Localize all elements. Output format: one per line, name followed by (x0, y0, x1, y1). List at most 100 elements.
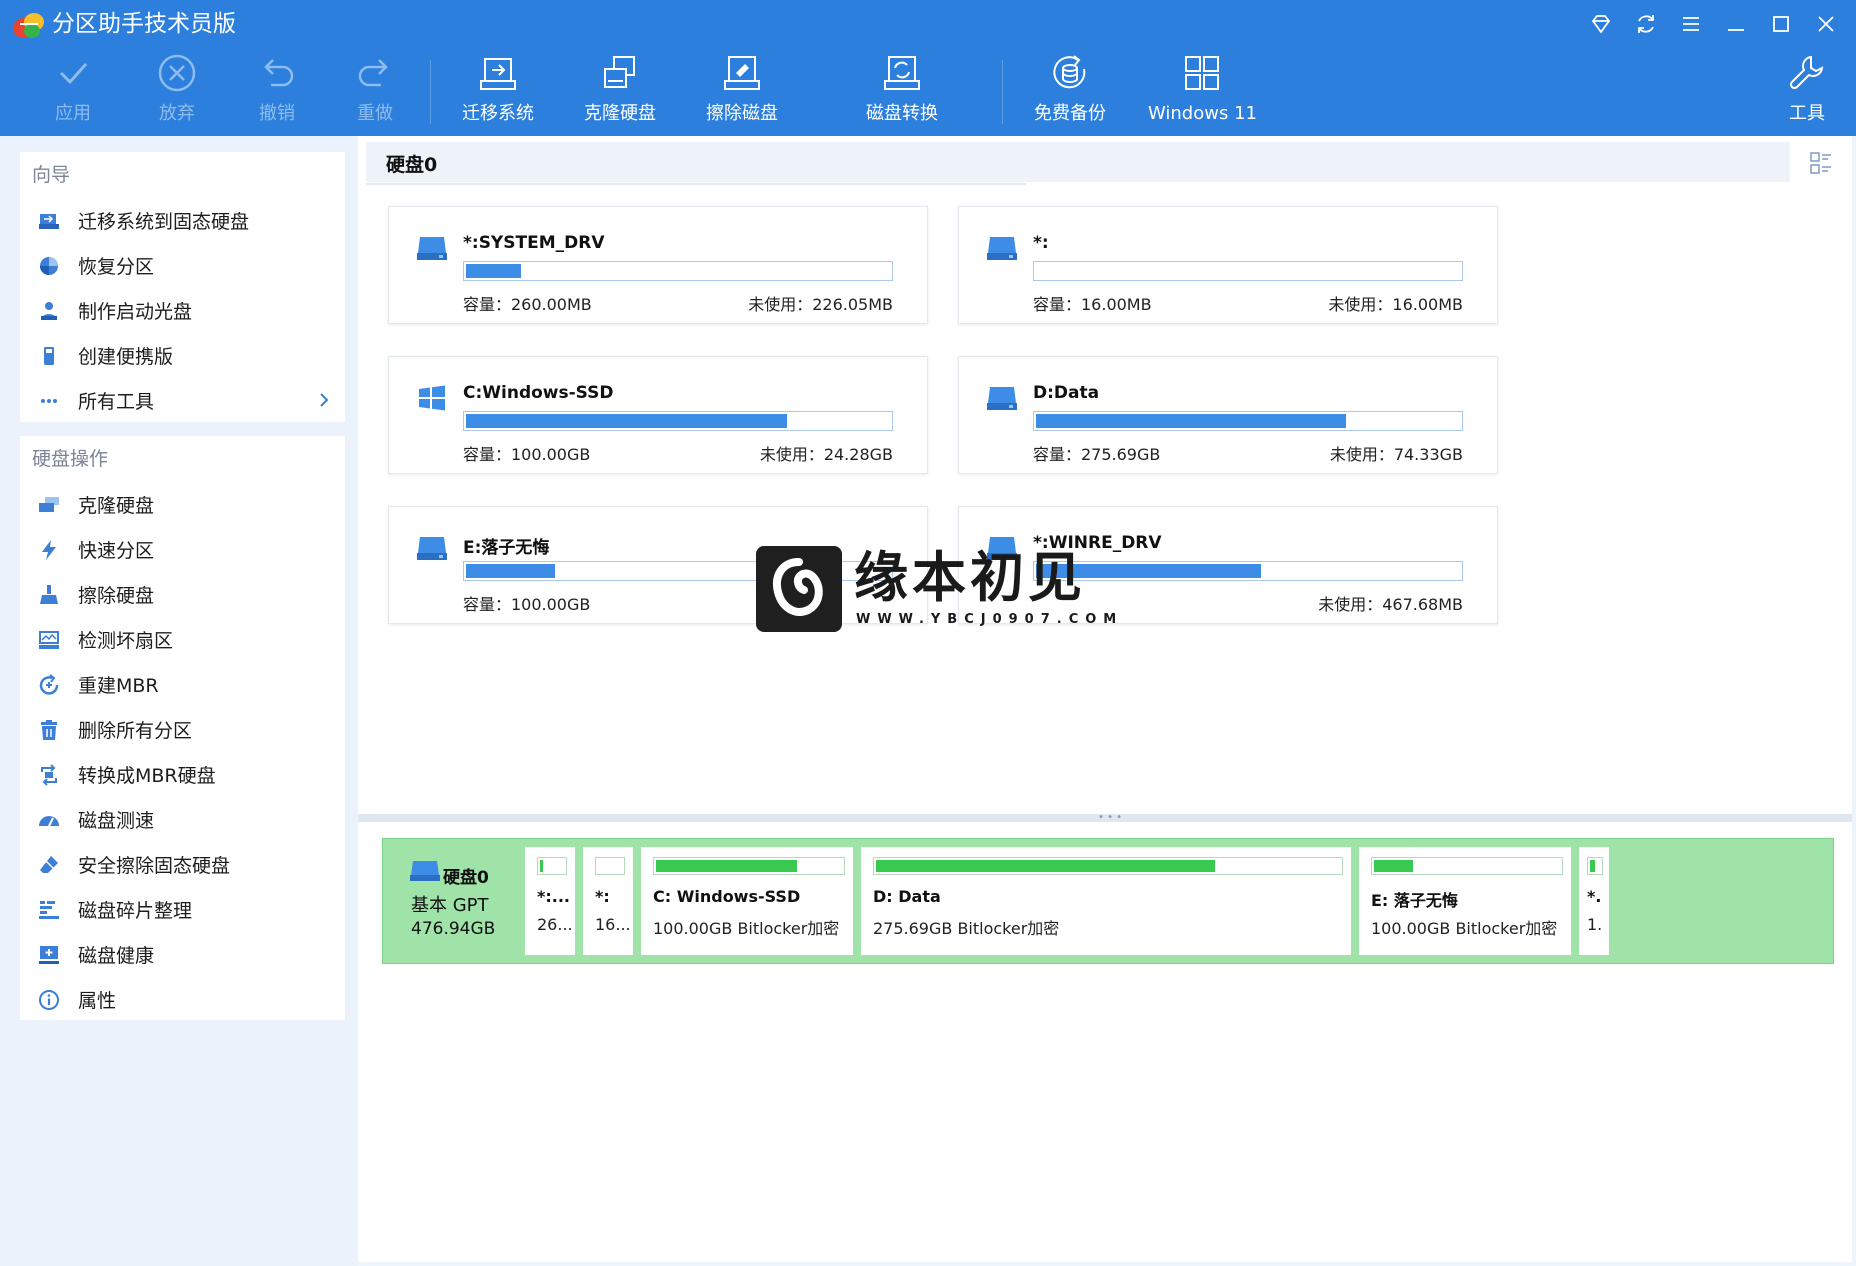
sidebar-item-quick-partition[interactable]: 快速分区 (20, 527, 345, 572)
splitter-grip-icon: • • • (1098, 812, 1123, 823)
sidebar-item-label: 创建便携版 (78, 346, 174, 368)
sidebar-item-label: 检测坏扇区 (78, 630, 174, 652)
free-backup-button[interactable]: 免费备份 (1034, 50, 1106, 134)
speedometer-icon (36, 807, 62, 833)
sidebar-item-all-tools[interactable]: 所有工具 (20, 378, 345, 423)
discard-button[interactable]: 放弃 (154, 50, 200, 134)
disk-map-name: 硬盘0 (443, 868, 489, 888)
ribbon: 分区助手技术员版 应用 放弃 撤销 重做 迁移系统 克隆硬盘 擦除磁盘 磁盘转换… (0, 0, 1856, 136)
disk-operations-panel: 硬盘操作 克隆硬盘 快速分区 擦除硬盘 检测坏扇区 重建MBR 删除所有分区 转… (20, 436, 345, 1020)
sidebar-item-label: 重建MBR (78, 675, 159, 697)
sidebar-item-properties[interactable]: 属性 (20, 977, 345, 1022)
undo-label: 撤销 (259, 103, 295, 124)
backup-icon (1047, 50, 1093, 96)
main-panel: 硬盘0 *:SYSTEM_DRV 容量：260.00MB 未使用：226.05M… (358, 136, 1852, 1262)
disk-map-usage-fill (876, 860, 1215, 872)
sidebar-item-disk-speed[interactable]: 磁盘测速 (20, 797, 345, 842)
disk-map-usage-bar (1587, 857, 1603, 875)
rebuild-mbr-icon (36, 672, 62, 698)
sidebar-item-defrag[interactable]: 磁盘碎片整理 (20, 887, 345, 932)
wizard-panel: 向导 迁移系统到固态硬盘 恢复分区 制作启动光盘 创建便携版 所有工具 (20, 152, 345, 422)
partition-card-c[interactable]: C:Windows-SSD 容量：100.00GB 未使用：24.28GB (388, 356, 928, 474)
sidebar-item-label: 恢复分区 (78, 256, 155, 278)
apply-label: 应用 (55, 103, 91, 124)
clone-disk-icon (597, 50, 643, 96)
refresh-icon[interactable] (1623, 6, 1668, 42)
sidebar-item-clone-disk[interactable]: 克隆硬盘 (20, 482, 345, 527)
sidebar-item-wipe-disk[interactable]: 擦除硬盘 (20, 572, 345, 617)
drive-icon (987, 237, 1017, 260)
lightning-icon (36, 537, 62, 563)
sidebar-item-disk-health[interactable]: 磁盘健康 (20, 932, 345, 977)
disk-map-partition-label: E: 落子无悔 (1371, 891, 1458, 910)
app-title: 分区助手技术员版 (52, 11, 236, 37)
minimize-icon[interactable] (1713, 6, 1758, 42)
convert-disk-button[interactable]: 磁盘转换 (866, 50, 938, 134)
upgrade-diamond-icon[interactable] (1578, 6, 1623, 42)
sidebar: 向导 迁移系统到固态硬盘 恢复分区 制作启动光盘 创建便携版 所有工具 硬盘操作… (0, 136, 358, 1266)
partition-card-system[interactable]: *:SYSTEM_DRV 容量：260.00MB 未使用：226.05MB (388, 206, 928, 324)
disk-map-partition-label: *:... (537, 887, 570, 906)
disk-map-partition[interactable]: D: Data 275.69GB Bitlocker加密 (861, 847, 1351, 955)
disk-map-info: 硬盘0 基本 GPT 476.94GB (393, 847, 517, 955)
disk-map-partition[interactable]: *. 1. (1579, 847, 1609, 955)
wipe-disk-label: 擦除磁盘 (706, 103, 778, 124)
toolbar-separator (1002, 60, 1003, 124)
health-icon (36, 942, 62, 968)
sidebar-item-migrate-ssd[interactable]: 迁移系统到固态硬盘 (20, 198, 345, 243)
panel-splitter-handle[interactable]: • • • (358, 812, 1852, 823)
migrate-os-button[interactable]: 迁移系统 (462, 50, 534, 134)
wipe-disk-button[interactable]: 擦除磁盘 (706, 50, 778, 134)
disk-map-partition[interactable]: C: Windows-SSD 100.00GB Bitlocker加密 (641, 847, 853, 955)
disk-map-usage-bar (1371, 857, 1563, 875)
sidebar-item-label: 安全擦除固态硬盘 (78, 855, 231, 877)
disk-map-partition-sub: 100.00GB Bitlocker加密 (653, 919, 840, 938)
sidebar-item-delete-all-partitions[interactable]: 删除所有分区 (20, 707, 345, 752)
apply-button[interactable]: 应用 (50, 50, 96, 134)
trash-icon (36, 717, 62, 743)
disk-map-partition[interactable]: *: 16... (583, 847, 633, 955)
close-icon[interactable] (1803, 6, 1848, 42)
disk-map-usage-fill (1374, 860, 1414, 872)
convert-disk-label: 磁盘转换 (866, 103, 938, 124)
disk-map-type: 基本 GPT (411, 895, 489, 916)
sidebar-item-rebuild-mbr[interactable]: 重建MBR (20, 662, 345, 707)
wipe-disk-icon (719, 50, 765, 96)
sidebar-item-convert-mbr[interactable]: 转换成MBR硬盘 (20, 752, 345, 797)
disk-map-partition-sub: 26... (537, 915, 571, 934)
disk-map-usage-bar (873, 857, 1343, 875)
header-divider (366, 183, 1026, 185)
defrag-icon (36, 897, 62, 923)
windows11-button[interactable]: Windows 11 (1148, 50, 1257, 134)
maximize-icon[interactable] (1758, 6, 1803, 42)
disk-map-usage-bar (537, 857, 567, 875)
disk-map-size: 476.94GB (411, 919, 496, 939)
sidebar-item-bad-sector[interactable]: 检测坏扇区 (20, 617, 345, 662)
partition-capacity: 容量：100.00GB (463, 595, 591, 614)
partition-free: 未使用：226.05MB (748, 295, 893, 314)
redo-button[interactable]: 重做 (352, 50, 398, 134)
chevron-right-icon (320, 393, 329, 407)
clone-disk-button[interactable]: 克隆硬盘 (584, 50, 656, 134)
menu-icon[interactable] (1668, 6, 1713, 42)
sidebar-item-portable[interactable]: 创建便携版 (20, 333, 345, 378)
sidebar-item-bootable-media[interactable]: 制作启动光盘 (20, 288, 345, 333)
partition-name: C:Windows-SSD (463, 383, 614, 403)
sidebar-item-label: 磁盘健康 (78, 945, 155, 967)
undo-button[interactable]: 撤销 (254, 50, 300, 134)
partition-card-d[interactable]: D:Data 容量：275.69GB 未使用：74.33GB (958, 356, 1498, 474)
sidebar-item-recover-partition[interactable]: 恢复分区 (20, 243, 345, 288)
disk-map-row[interactable]: 硬盘0 基本 GPT 476.94GB *:... 26... *: 16...… (382, 838, 1834, 964)
sidebar-item-secure-erase-ssd[interactable]: 安全擦除固态硬盘 (20, 842, 345, 887)
windows-icon (419, 385, 445, 411)
disk-map-partition[interactable]: *:... 26... (525, 847, 575, 955)
tools-button[interactable]: 工具 (1784, 50, 1830, 134)
partition-card-msr[interactable]: *: 容量：16.00MB 未使用：16.00MB (958, 206, 1498, 324)
partition-name: D:Data (1033, 383, 1100, 403)
sidebar-item-label: 制作启动光盘 (78, 301, 193, 323)
disk-map-partition[interactable]: E: 落子无悔 100.00GB Bitlocker加密 (1359, 847, 1571, 955)
migrate-os-label: 迁移系统 (462, 103, 534, 124)
view-toggle-icon[interactable] (1804, 146, 1838, 180)
disk-icon (410, 861, 440, 881)
partition-usage-bar (463, 411, 893, 431)
